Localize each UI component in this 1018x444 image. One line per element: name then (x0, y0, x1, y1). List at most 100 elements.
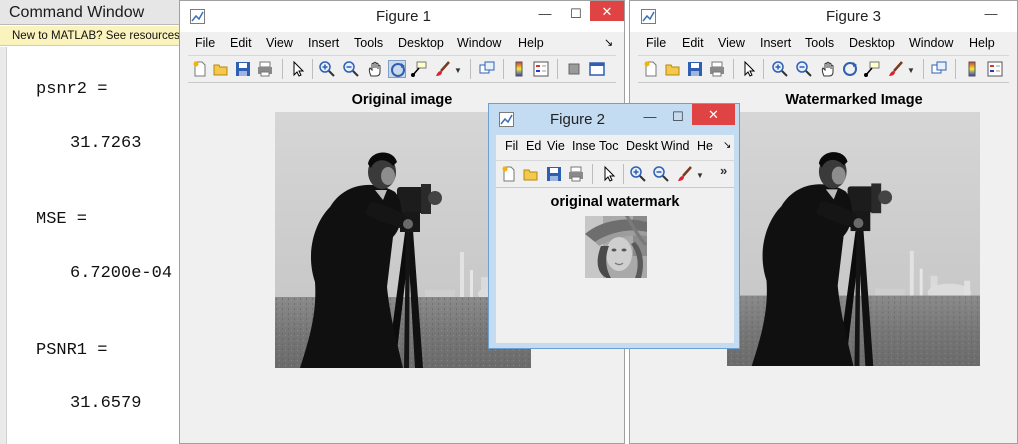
zoom-out-icon[interactable] (795, 60, 813, 78)
figure-2-menubar: Fil Ed Vie Inse Toc Deskt Wind He ↘ (496, 135, 734, 157)
maximize-button[interactable]: ☐ (665, 106, 691, 127)
print-icon[interactable] (256, 60, 274, 78)
pan-icon[interactable] (366, 60, 384, 78)
save-icon[interactable] (686, 60, 704, 78)
menu-tools[interactable]: Toc (599, 135, 618, 157)
minimize-button[interactable]: — (532, 3, 558, 24)
matlab-figure-icon (190, 9, 205, 24)
zoom-in-icon[interactable] (629, 165, 647, 183)
maximize-icon: ☐ (570, 6, 582, 21)
menu-help[interactable]: Help (969, 32, 995, 54)
new-figure-icon[interactable] (642, 60, 660, 78)
show-plot-tools-icon[interactable] (588, 60, 606, 78)
menu-help[interactable]: He (697, 135, 713, 157)
figure-2-titlebar[interactable]: Figure 2 — ☐ ✕ (489, 104, 739, 135)
legend-icon[interactable] (986, 60, 1004, 78)
command-window[interactable]: Command Window New to MATLAB? See resour… (0, 0, 185, 444)
menu-edit[interactable]: Edit (230, 32, 252, 54)
command-window-title: Command Window (0, 0, 185, 25)
figure-2-window[interactable]: Figure 2 — ☐ ✕ Fil Ed Vie Inse Toc Deskt… (488, 103, 740, 349)
original-watermark-image (585, 216, 647, 278)
output-var-psnr2: psnr2 = (36, 80, 108, 99)
save-icon[interactable] (545, 165, 563, 183)
link-icon[interactable] (930, 60, 948, 78)
dock-arrow-icon[interactable]: ↘ (723, 135, 731, 157)
hide-plot-tools-icon[interactable] (565, 60, 583, 78)
legend-icon[interactable] (532, 60, 550, 78)
brush-icon[interactable] (887, 60, 905, 78)
new-figure-icon[interactable] (191, 60, 209, 78)
menu-view[interactable]: View (718, 32, 745, 54)
close-button[interactable]: ✕ (590, 1, 624, 21)
colorbar-icon[interactable] (510, 60, 528, 78)
open-file-icon[interactable] (212, 60, 230, 78)
menu-window[interactable]: Wind (661, 135, 689, 157)
menu-desktop[interactable]: Desktop (849, 32, 895, 54)
menu-edit[interactable]: Ed (526, 135, 541, 157)
rotate-3d-icon[interactable] (841, 60, 859, 78)
print-icon[interactable] (567, 165, 585, 183)
data-cursor-icon[interactable] (410, 60, 428, 78)
pointer-icon[interactable] (740, 60, 758, 78)
maximize-icon: ☐ (672, 109, 684, 124)
zoom-out-icon[interactable] (342, 60, 360, 78)
menu-file[interactable]: File (646, 32, 666, 54)
pan-icon[interactable] (819, 60, 837, 78)
menu-tools[interactable]: Tools (805, 32, 834, 54)
zoom-in-icon[interactable] (318, 60, 336, 78)
figure-1-titlebar[interactable]: Figure 1 — ☐ ✕ (180, 1, 624, 32)
menu-window[interactable]: Window (909, 32, 953, 54)
new-figure-icon[interactable] (500, 165, 518, 183)
menu-insert[interactable]: Insert (308, 32, 339, 54)
figure-3-menubar: File Edit View Insert Tools Desktop Wind… (638, 32, 1009, 54)
minimize-button[interactable]: — (637, 106, 663, 127)
new-to-matlab-banner[interactable]: New to MATLAB? See resources (0, 26, 185, 46)
link-icon[interactable] (478, 60, 496, 78)
figure-3-toolbar: ▼ (638, 55, 1009, 83)
figure-2-client: Fil Ed Vie Inse Toc Deskt Wind He ↘ ▼ » … (496, 135, 734, 343)
matlab-figure-icon (641, 9, 656, 24)
colorbar-icon[interactable] (963, 60, 981, 78)
pointer-icon[interactable] (289, 60, 307, 78)
brush-dropdown-icon[interactable]: ▼ (907, 66, 915, 75)
figure-1-toolbar: ▼ (188, 55, 616, 83)
figure-3-titlebar[interactable]: Figure 3 — (630, 1, 1017, 32)
menu-desktop[interactable]: Deskt (626, 135, 658, 157)
brush-icon[interactable] (676, 165, 694, 183)
zoom-in-icon[interactable] (771, 60, 789, 78)
watermarked-image-title: Watermarked Image (785, 92, 923, 108)
zoom-out-icon[interactable] (652, 165, 670, 183)
brush-icon[interactable] (434, 60, 452, 78)
output-var-mse: MSE = (36, 210, 88, 229)
print-icon[interactable] (708, 60, 726, 78)
toolbar-overflow-icon[interactable]: » (720, 163, 727, 178)
menu-view[interactable]: View (266, 32, 293, 54)
menu-edit[interactable]: Edit (682, 32, 704, 54)
open-file-icon[interactable] (664, 60, 682, 78)
banner-text: New to MATLAB? See resources (12, 30, 180, 42)
minimize-button[interactable]: — (978, 3, 1004, 24)
menu-view[interactable]: Vie (547, 135, 565, 157)
open-file-icon[interactable] (522, 165, 540, 183)
menu-insert[interactable]: Insert (760, 32, 791, 54)
maximize-button[interactable]: ☐ (563, 3, 589, 24)
menu-file[interactable]: File (195, 32, 215, 54)
dock-arrow-icon[interactable]: ↘ (604, 32, 613, 54)
menu-insert[interactable]: Inse (572, 135, 596, 157)
output-value-psnr1: 31.6579 (70, 394, 142, 413)
save-icon[interactable] (234, 60, 252, 78)
menu-file[interactable]: Fil (505, 135, 518, 157)
close-button[interactable]: ✕ (692, 104, 735, 125)
menu-help[interactable]: Help (518, 32, 544, 54)
figure-2-title: Figure 2 (550, 111, 606, 128)
pointer-icon[interactable] (600, 165, 618, 183)
menu-desktop[interactable]: Desktop (398, 32, 444, 54)
menu-tools[interactable]: Tools (354, 32, 383, 54)
close-icon: ✕ (601, 4, 613, 19)
menu-window[interactable]: Window (457, 32, 501, 54)
brush-dropdown-icon[interactable]: ▼ (696, 171, 704, 180)
brush-dropdown-icon[interactable]: ▼ (454, 66, 462, 75)
rotate-3d-icon[interactable] (388, 60, 406, 78)
output-value-mse: 6.7200e-04 (70, 264, 173, 283)
data-cursor-icon[interactable] (863, 60, 881, 78)
